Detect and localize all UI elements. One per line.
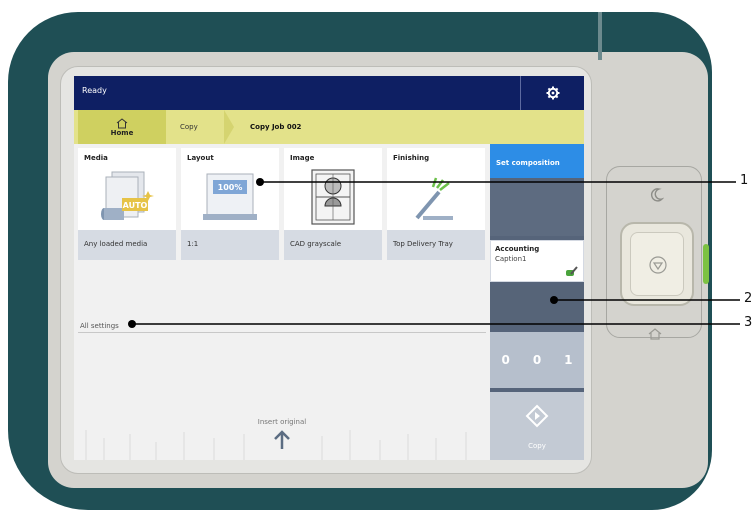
callout-lines — [128, 178, 740, 328]
printer-control-panel: Ready Home Copy Copy Job 002 Media AUTO … — [0, 0, 754, 520]
callout-label-2: 2 — [744, 291, 753, 306]
callout-label-1: 1 — [740, 173, 749, 188]
callout-label-3: 3 — [744, 315, 753, 330]
